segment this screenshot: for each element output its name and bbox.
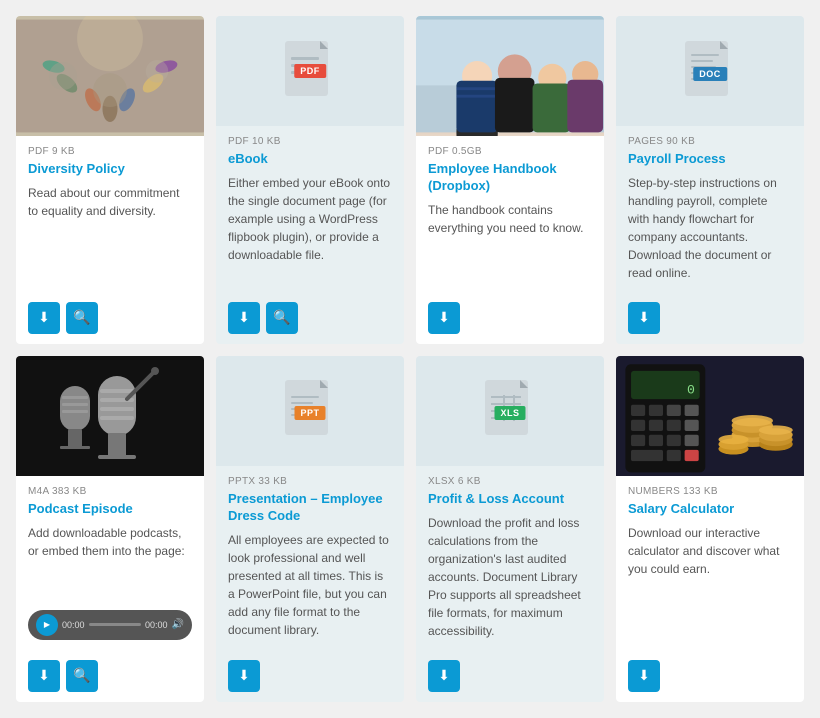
file-meta-presentation: PPTX 33 KB: [228, 476, 392, 487]
card-body-ebook: PDF 10 KB eBook Either embed your eBook …: [216, 126, 404, 292]
card-employee-handbook: PDF 0.5GB Employee Handbook (Dropbox) Th…: [416, 16, 604, 344]
search-button-podcast[interactable]: 🔍: [66, 660, 98, 692]
volume-icon[interactable]: 🔊: [172, 619, 184, 630]
card-desc-payroll: Step-by-step instructions on handling pa…: [628, 174, 792, 282]
card-desc-presentation: All employees are expected to look profe…: [228, 531, 392, 640]
card-title-podcast[interactable]: Podcast Episode: [28, 501, 192, 518]
xls-icon-profit: XLS: [483, 378, 538, 443]
card-payroll-process: DOC PAGES 90 KB Payroll Process Step-by-…: [616, 16, 804, 344]
card-title-payroll[interactable]: Payroll Process: [628, 151, 792, 168]
card-actions-presentation: ⬇: [216, 660, 404, 702]
card-actions-handbook: ⬇: [416, 302, 604, 344]
file-meta-diversity: PDF 9 KB: [28, 146, 192, 157]
card-title-presentation[interactable]: Presentation – Employee Dress Code: [228, 491, 392, 525]
download-button-profit[interactable]: ⬇: [428, 660, 460, 692]
card-podcast-episode: M4A 383 KB Podcast Episode Add downloada…: [16, 356, 204, 702]
download-button-handbook[interactable]: ⬇: [428, 302, 460, 334]
svg-text:0: 0: [687, 382, 695, 397]
download-button-payroll[interactable]: ⬇: [628, 302, 660, 334]
download-button-diversity[interactable]: ⬇: [28, 302, 60, 334]
card-image-ebook: PDF: [216, 16, 404, 126]
card-title-ebook[interactable]: eBook: [228, 151, 392, 168]
card-image-handbook: [416, 16, 604, 136]
time-end: 00:00: [145, 620, 168, 630]
card-desc-profit: Download the profit and loss calculation…: [428, 514, 592, 640]
card-title-salary[interactable]: Salary Calculator: [628, 501, 792, 518]
card-ebook: PDF PDF 10 KB eBook Either embed your eB…: [216, 16, 404, 344]
download-button-presentation[interactable]: ⬇: [228, 660, 260, 692]
card-title-profit[interactable]: Profit & Loss Account: [428, 491, 592, 508]
card-body-profit: XLSX 6 KB Profit & Loss Account Download…: [416, 466, 604, 650]
ppt-icon-presentation: PPT: [283, 378, 338, 443]
card-desc-diversity: Read about our commitment to equality an…: [28, 184, 192, 282]
card-image-presentation: PPT: [216, 356, 404, 466]
card-body-salary: NUMBERS 133 KB Salary Calculator Downloa…: [616, 476, 804, 650]
download-button-salary[interactable]: ⬇: [628, 660, 660, 692]
download-button-ebook[interactable]: ⬇: [228, 302, 260, 334]
card-actions-salary: ⬇: [616, 660, 804, 702]
card-actions-payroll: ⬇: [616, 302, 804, 344]
file-meta-salary: NUMBERS 133 KB: [628, 486, 792, 497]
card-body-handbook: PDF 0.5GB Employee Handbook (Dropbox) Th…: [416, 136, 604, 292]
card-profit-loss: XLS XLSX 6 KB Profit & Loss Account Down…: [416, 356, 604, 702]
card-image-diversity: [16, 16, 204, 136]
download-button-podcast[interactable]: ⬇: [28, 660, 60, 692]
card-actions-ebook: ⬇ 🔍: [216, 302, 404, 344]
play-button[interactable]: ▶: [36, 614, 58, 636]
card-body-presentation: PPTX 33 KB Presentation – Employee Dress…: [216, 466, 404, 650]
file-meta-ebook: PDF 10 KB: [228, 136, 392, 147]
card-desc-podcast: Add downloadable podcasts, or embed them…: [28, 524, 192, 604]
card-desc-ebook: Either embed your eBook onto the single …: [228, 174, 392, 282]
search-button-diversity[interactable]: 🔍: [66, 302, 98, 334]
pdf-icon-ebook: PDF: [280, 36, 340, 106]
card-image-payroll: DOC: [616, 16, 804, 126]
card-body-diversity: PDF 9 KB Diversity Policy Read about our…: [16, 136, 204, 292]
card-body-payroll: PAGES 90 KB Payroll Process Step-by-step…: [616, 126, 804, 292]
card-desc-salary: Download our interactive calculator and …: [628, 524, 792, 640]
card-desc-handbook: The handbook contains everything you nee…: [428, 201, 592, 282]
file-meta-payroll: PAGES 90 KB: [628, 136, 792, 147]
time-start: 00:00: [62, 620, 85, 630]
card-actions-diversity: ⬇ 🔍: [16, 302, 204, 344]
file-meta-handbook: PDF 0.5GB: [428, 146, 592, 157]
card-diversity-policy: PDF 9 KB Diversity Policy Read about our…: [16, 16, 204, 344]
card-salary-calculator: 0: [616, 356, 804, 702]
audio-player: ▶ 00:00 00:00 🔊: [28, 610, 192, 640]
audio-progress-bar[interactable]: [89, 623, 141, 626]
card-title-diversity[interactable]: Diversity Policy: [28, 161, 192, 178]
file-meta-podcast: M4A 383 KB: [28, 486, 192, 497]
search-button-ebook[interactable]: 🔍: [266, 302, 298, 334]
card-actions-podcast: ⬇ 🔍: [16, 660, 204, 702]
card-body-podcast: M4A 383 KB Podcast Episode Add downloada…: [16, 476, 204, 650]
file-meta-profit: XLSX 6 KB: [428, 476, 592, 487]
document-library-grid: PDF 9 KB Diversity Policy Read about our…: [16, 16, 804, 702]
card-image-podcast: [16, 356, 204, 476]
card-title-handbook[interactable]: Employee Handbook (Dropbox): [428, 161, 592, 195]
doc-icon-payroll: DOC: [683, 39, 738, 104]
card-image-profit: XLS: [416, 356, 604, 466]
card-presentation-dress-code: PPT PPTX 33 KB Presentation – Employee D…: [216, 356, 404, 702]
card-actions-profit: ⬇: [416, 660, 604, 702]
card-image-salary: 0: [616, 356, 804, 476]
